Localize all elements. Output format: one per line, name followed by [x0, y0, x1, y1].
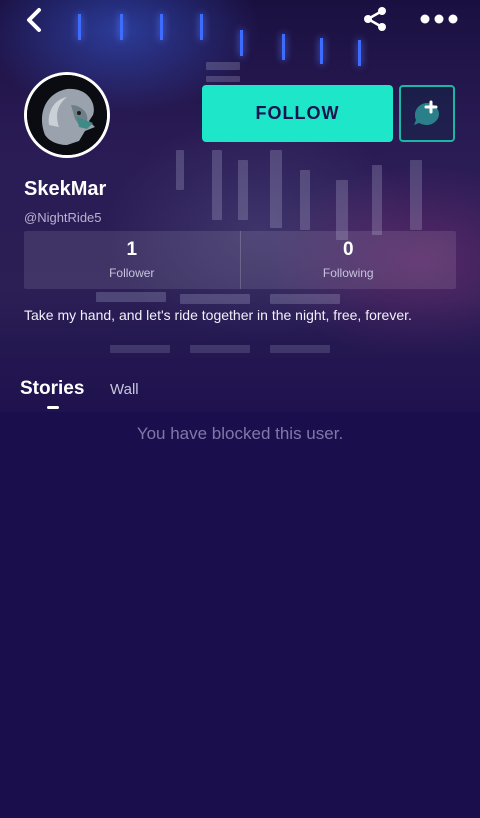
decor-light: [372, 165, 382, 235]
decor-light: [176, 150, 184, 190]
decor-neon: [200, 14, 203, 40]
decor-light: [206, 62, 240, 70]
back-button[interactable]: [18, 6, 50, 34]
decor-neon: [282, 34, 285, 60]
tab-active-indicator: [47, 406, 59, 409]
profile-tabs: Stories Wall: [0, 368, 480, 412]
following-label: Following: [322, 266, 374, 280]
chat-add-icon: [414, 100, 439, 125]
profile-handle: @NightRide5: [24, 210, 102, 225]
decor-neon: [160, 14, 163, 40]
message-button[interactable]: [399, 85, 455, 142]
more-dots-icon: [420, 14, 458, 24]
following-stat[interactable]: 0 Following: [239, 231, 457, 289]
profile-header-background: [0, 0, 480, 412]
blocked-message: You have blocked this user.: [136, 424, 344, 443]
followers-stat[interactable]: 1 Follower: [24, 231, 240, 289]
decor-neon: [320, 38, 323, 64]
profile-bio: Take my hand, and let's ride together in…: [24, 307, 412, 323]
profile-page: FOLLOW SkekMar @NightRide5 1 Follower 0 …: [0, 0, 480, 818]
decor-light: [410, 160, 422, 230]
decor-light: [300, 170, 310, 230]
following-count: 0: [342, 239, 354, 260]
lion-avatar-icon: [27, 75, 107, 155]
profile-name: SkekMar: [24, 178, 107, 200]
decor-neon: [240, 30, 243, 56]
decor-light: [238, 160, 248, 220]
decor-light: [206, 76, 240, 82]
share-button[interactable]: [360, 4, 390, 34]
decor-light: [212, 150, 222, 220]
decor-light: [270, 150, 282, 228]
tab-stories[interactable]: Stories: [20, 378, 84, 400]
follow-button[interactable]: FOLLOW: [202, 85, 393, 142]
profile-stats: 1 Follower 0 Following: [24, 231, 456, 289]
decor-neon: [358, 40, 361, 66]
followers-label: Follower: [109, 266, 155, 280]
tab-wall[interactable]: Wall: [110, 381, 139, 398]
avatar[interactable]: [24, 72, 110, 158]
more-options-button[interactable]: [418, 6, 460, 32]
chevron-left-icon: [27, 8, 41, 32]
share-icon: [364, 7, 386, 31]
followers-count: 1: [126, 239, 138, 260]
decor-neon: [78, 14, 81, 40]
decor-neon: [120, 14, 123, 40]
